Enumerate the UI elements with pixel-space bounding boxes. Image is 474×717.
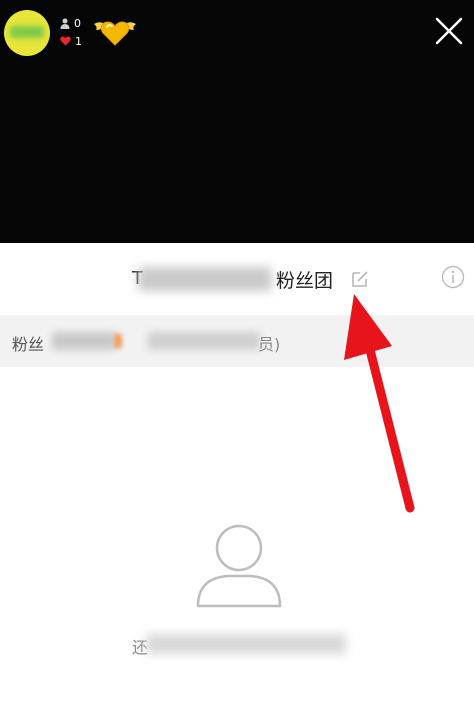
person-icon: [60, 18, 70, 29]
fans-name-blurred: [52, 332, 116, 350]
avatar[interactable]: [4, 10, 50, 56]
empty-state-text-blurred: [146, 634, 346, 654]
stats-panel: 0 1: [60, 14, 88, 50]
title-name-blurred: [138, 267, 272, 291]
viewers-count: 0: [74, 16, 81, 30]
person-outline-icon: [196, 524, 282, 608]
fans-desc-blurred: [148, 332, 260, 350]
likes-stat: 1: [60, 32, 88, 50]
fans-count-blurred: [114, 334, 122, 348]
likes-count: 1: [75, 34, 82, 48]
fans-label: 粉丝: [12, 335, 45, 354]
avatar-blur: [10, 26, 44, 38]
heart-icon: [60, 36, 71, 46]
viewer-stat: 0: [60, 14, 88, 32]
fans-suffix: 员): [258, 335, 281, 354]
info-icon[interactable]: [441, 265, 465, 289]
page-title: 粉丝团: [276, 270, 334, 292]
close-icon[interactable]: [434, 16, 464, 46]
edit-icon[interactable]: [350, 269, 370, 289]
winged-heart-icon: [94, 21, 136, 46]
